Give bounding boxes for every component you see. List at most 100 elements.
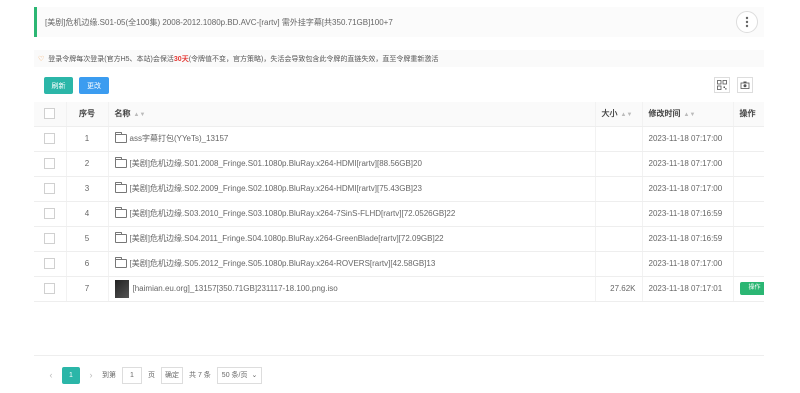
row-checkbox[interactable] [44,158,56,169]
refresh-button[interactable]: 刷新 [44,77,73,94]
row-name-cell[interactable]: [美剧]危机边缘.S03.2010_Fringe.S03.1080p.BluRa… [108,201,596,227]
row-action-cell [733,151,764,177]
folder-icon [114,157,127,169]
row-name-cell[interactable]: [美剧]危机边缘.S01.2008_Fringe.S01.1080p.BluRa… [108,151,596,177]
sort-icon[interactable]: ▲▼ [621,112,633,118]
table-row[interactable]: 5 [美剧]危机边缘.S04.2011_Fringe.S04.1080p.BluR… [34,226,764,252]
row-modified: 2023-11-18 07:16:59 [642,226,734,252]
row-checkbox[interactable] [44,133,56,144]
row-action-cell: 操作 [733,276,764,302]
row-select-cell[interactable] [34,226,67,252]
row-name-cell[interactable]: ass字幕打包(YYeTs)_13157 [108,126,596,152]
notice-text-after: (令牌值不变，官方策略)，失活会导致包含此令牌的直链失效，直至令牌重新激活 [188,55,439,63]
more-options-button[interactable] [736,11,758,33]
row-modified: 2023-11-18 07:17:00 [642,151,734,177]
header-action: 操作 [733,102,764,127]
row-select-cell[interactable] [34,126,67,152]
row-modified: 2023-11-18 07:16:59 [642,201,734,227]
row-select-cell[interactable] [34,251,67,277]
row-checkbox[interactable] [44,233,56,244]
change-button[interactable]: 更改 [79,77,109,94]
row-name-link[interactable]: [美剧]危机边缘.S03.2010_Fringe.S03.1080p.BluRa… [130,209,456,218]
row-action-button[interactable]: 操作 [739,282,764,295]
header-size[interactable]: 大小 ▲▼ [595,102,643,127]
next-page-icon[interactable]: › [86,370,96,380]
image-thumbnail [114,279,129,298]
header-size-label: 大小 [601,109,618,119]
folder-icon [114,232,127,244]
screenshot-button[interactable] [737,77,753,93]
header-index: 序号 [66,102,109,127]
row-name-link[interactable]: [美剧]危机边缘.S01.2008_Fringe.S01.1080p.BluRa… [130,159,422,168]
table-header-row: 序号 名称 ▲▼ 大小 ▲▼ 修改时间 ▲▼ 操作 [34,102,764,127]
row-action-cell [733,201,764,227]
row-name-link[interactable]: [美剧]危机边缘.S05.2012_Fringe.S05.1080p.BluRa… [130,259,436,268]
row-checkbox[interactable] [44,208,56,219]
select-all-checkbox[interactable] [44,108,56,120]
row-action-cell [733,226,764,252]
row-name-link[interactable]: [美剧]危机边缘.S04.2011_Fringe.S04.1080p.BluRa… [130,234,444,243]
row-select-cell[interactable] [34,201,67,227]
select-all-cell[interactable] [34,102,67,127]
notice-highlight: 30天 [173,55,189,63]
row-select-cell[interactable] [34,151,67,177]
folder-icon [114,182,127,194]
screenshot-icon [740,81,750,89]
goto-page-input[interactable]: 1 [122,366,142,384]
row-name-link[interactable]: ass字幕打包(YYeTs)_13157 [130,134,229,143]
row-checkbox[interactable] [44,258,56,269]
table-row[interactable]: 4 [美剧]危机边缘.S03.2010_Fringe.S03.1080p.BluR… [34,201,764,227]
table-row[interactable]: 1 ass字幕打包(YYeTs)_13157 2023-11-18 07:17:00 [34,126,764,152]
prev-page-icon[interactable]: ‹ [46,370,56,380]
header-modified[interactable]: 修改时间 ▲▼ [642,102,734,127]
file-table: 序号 名称 ▲▼ 大小 ▲▼ 修改时间 ▲▼ 操作 1 ass字幕打包(YYeTs)_1… [34,102,764,302]
goto-confirm-button[interactable]: 确定 [161,366,183,384]
row-name-link[interactable]: [haimian.eu.org]_13157[350.71GB]231117-1… [133,284,338,293]
row-modified: 2023-11-18 07:17:00 [642,176,734,202]
row-action-cell [733,126,764,152]
sort-icon[interactable]: ▲▼ [684,112,696,118]
row-action-cell [733,251,764,277]
row-modified: 2023-11-18 07:17:00 [642,251,734,277]
qr-code-button[interactable] [714,77,730,93]
folder-icon [114,207,127,219]
row-size [595,151,643,177]
row-name-cell[interactable]: [美剧]危机边缘.S02.2009_Fringe.S02.1080p.BluRa… [108,176,596,202]
page-size-value: 50 条/页 [221,372,248,379]
row-index: 7 [66,276,109,302]
page-unit-label: 页 [148,372,155,379]
row-size [595,251,643,277]
row-index: 2 [66,151,109,177]
row-select-cell[interactable] [34,276,67,302]
row-checkbox[interactable] [44,183,56,194]
row-index: 4 [66,201,109,227]
qr-code-icon [717,80,727,90]
row-select-cell[interactable] [34,176,67,202]
row-name-cell[interactable]: [美剧]危机边缘.S04.2011_Fringe.S04.1080p.BluRa… [108,226,596,252]
warning-icon: ♡ [38,55,45,63]
page-size-select[interactable]: 50 条/页 ⌄ [216,366,263,384]
table-row[interactable]: 7 [haimian.eu.org]_13157[350.71GB]231117-… [34,276,764,302]
row-modified: 2023-11-18 07:17:00 [642,126,734,152]
row-name-cell[interactable]: [haimian.eu.org]_13157[350.71GB]231117-1… [108,276,596,302]
table-row[interactable]: 6 [美剧]危机边缘.S05.2012_Fringe.S05.1080p.BluR… [34,251,764,277]
pagination: ‹ 1 › 到第 1 页 确定 共 7 条 50 条/页 ⌄ [34,362,764,388]
row-index: 6 [66,251,109,277]
row-modified: 2023-11-18 07:17:01 [642,276,734,302]
table-row[interactable]: 3 [美剧]危机边缘.S02.2009_Fringe.S02.1080p.BluR… [34,176,764,202]
total-count: 共 7 条 [189,372,211,379]
row-index: 5 [66,226,109,252]
row-name-link[interactable]: [美剧]危机边缘.S02.2009_Fringe.S02.1080p.BluRa… [130,184,422,193]
goto-label: 到第 [102,372,116,379]
sort-icon[interactable]: ▲▼ [134,112,146,118]
row-checkbox[interactable] [44,283,56,294]
row-action-cell [733,176,764,202]
row-name-cell[interactable]: [美剧]危机边缘.S05.2012_Fringe.S05.1080p.BluRa… [108,251,596,277]
page-number-current[interactable]: 1 [62,366,80,384]
header-name[interactable]: 名称 ▲▼ [108,102,596,127]
notice-bar: ♡ 登录令牌每次登录(官方H5、本站)会保活 30天 (令牌值不变，官方策略)，… [34,50,764,67]
row-size [595,176,643,202]
table-empty-area [34,299,764,356]
table-row[interactable]: 2 [美剧]危机边缘.S01.2008_Fringe.S01.1080p.BluR… [34,151,764,177]
header-name-label: 名称 [114,109,131,119]
